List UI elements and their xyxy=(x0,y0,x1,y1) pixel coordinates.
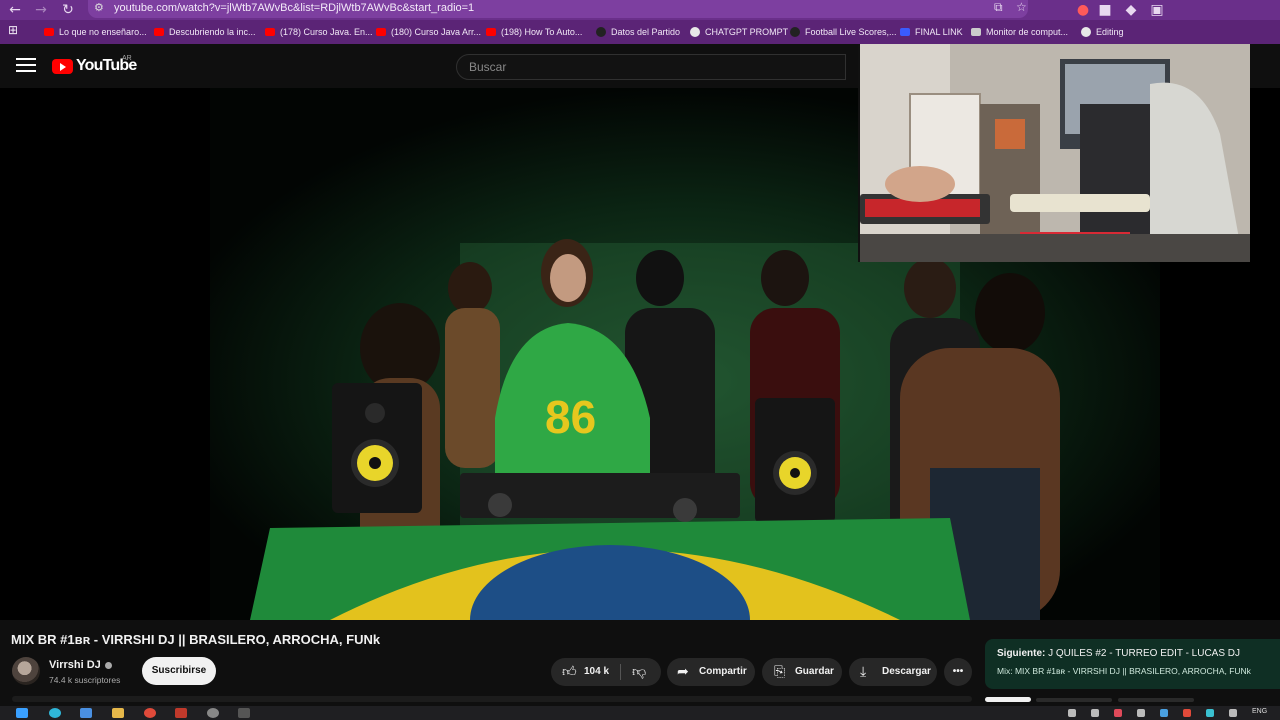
tray-icon[interactable] xyxy=(1114,709,1122,717)
app-icon-2[interactable] xyxy=(207,708,219,718)
dollar-icon xyxy=(900,27,910,36)
channel-avatar[interactable] xyxy=(12,657,40,685)
save-button[interactable]: ⎘ Guardar xyxy=(762,658,842,686)
youtube-icon xyxy=(486,27,496,36)
divider xyxy=(620,664,621,680)
more-actions-button[interactable]: ••• xyxy=(944,658,972,686)
extension-icon-4[interactable]: ▣ xyxy=(1146,0,1168,20)
extension-icon[interactable]: ● xyxy=(1072,0,1094,20)
svg-text:86: 86 xyxy=(545,391,596,443)
bookmark-item[interactable]: CHATGPT PROMPT xyxy=(690,24,788,40)
up-next-prefix: Siguiente: xyxy=(997,648,1046,659)
filter-chip[interactable] xyxy=(1036,698,1112,702)
bookmarks-bar: ⊞ Lo que no enseñaro... Descubriendo la … xyxy=(0,20,1280,44)
tray-icon[interactable] xyxy=(1160,709,1168,717)
up-next-title: J QUILES #2 - TURREO EDIT - LUCAS DJ xyxy=(1048,648,1241,659)
like-count[interactable]: 104 k xyxy=(584,658,609,686)
forward-arrow-icon[interactable]: → xyxy=(30,0,52,20)
country-code: AR xyxy=(122,55,132,62)
bookmark-item[interactable]: Football Live Scores,... xyxy=(790,24,897,40)
thumbs-down-icon[interactable]: 👎︎ xyxy=(632,658,646,686)
os-taskbar: ENG xyxy=(0,706,1280,720)
subscribe-button[interactable]: Suscribirse xyxy=(142,657,216,685)
up-next-card[interactable]: Siguiente: J QUILES #2 - TURREO EDIT - L… xyxy=(985,639,1280,689)
channel-name[interactable]: Virrshi DJ xyxy=(49,659,112,671)
scores-icon xyxy=(790,26,800,37)
youtube-play-icon xyxy=(52,59,73,74)
app-icon[interactable] xyxy=(175,708,187,718)
glasses-icon xyxy=(1081,26,1091,37)
bookmark-item[interactable]: Editing xyxy=(1081,24,1124,40)
download-icon: ⤓ xyxy=(860,664,867,680)
browser-toolbar: ← → ↻ ⚙ youtube.com/watch?v=jlWtb7AWvBc&… xyxy=(0,0,1280,20)
terminal-icon[interactable] xyxy=(238,708,250,718)
bookmark-item[interactable]: (180) Curso Java Arr... xyxy=(376,24,481,40)
chrome-icon[interactable] xyxy=(144,708,156,718)
tray-icon[interactable] xyxy=(1091,709,1099,717)
webcam-overlay xyxy=(858,44,1250,262)
reload-icon[interactable]: ↻ xyxy=(57,0,79,20)
bookmark-star-icon[interactable]: ☆ xyxy=(1016,0,1027,14)
subscriber-count: 74.4 k suscriptores xyxy=(49,675,121,685)
bookmark-item[interactable]: Lo que no enseñaro... xyxy=(44,24,147,40)
bookmark-item[interactable]: FINAL LINK xyxy=(900,24,963,40)
tray-icon[interactable] xyxy=(1183,709,1191,717)
search-input[interactable]: Buscar xyxy=(456,54,846,80)
menu-icon[interactable] xyxy=(16,58,36,74)
bookmark-item[interactable]: (198) How To Auto... xyxy=(486,24,582,40)
share-button[interactable]: ➦ Compartir xyxy=(667,658,755,686)
tray-icon[interactable] xyxy=(1229,709,1237,717)
bookmark-item[interactable]: Descubriendo la inc... xyxy=(154,24,256,40)
folder-icon[interactable] xyxy=(112,708,124,718)
bookmark-item[interactable]: (178) Curso Java. En... xyxy=(265,24,373,40)
youtube-icon xyxy=(154,27,164,36)
openai-icon xyxy=(690,26,700,37)
back-arrow-icon[interactable]: ← xyxy=(4,0,26,20)
extension-icon-3[interactable]: ◆ xyxy=(1120,0,1142,20)
windows-start-icon[interactable] xyxy=(16,708,28,718)
store-icon[interactable] xyxy=(80,708,92,718)
bookmark-item[interactable]: Datos del Partido xyxy=(596,24,680,40)
share-arrow-icon: ➦ xyxy=(677,664,689,680)
like-dislike-group: 👍︎ 104 k 👎︎ xyxy=(551,658,661,686)
youtube-icon xyxy=(44,27,54,36)
tray-icon[interactable] xyxy=(1137,709,1145,717)
extension-icon-2[interactable]: ■ xyxy=(1094,0,1116,20)
bookmark-item[interactable]: Monitor de comput... xyxy=(971,24,1068,40)
apps-grid-icon[interactable]: ⊞ xyxy=(8,22,18,38)
language-indicator[interactable]: ENG xyxy=(1252,708,1267,715)
up-next-line: Siguiente: J QUILES #2 - TURREO EDIT - L… xyxy=(997,648,1240,659)
url-text: youtube.com/watch?v=jlWtb7AWvBc&list=RDj… xyxy=(114,2,475,14)
filter-chip-active[interactable] xyxy=(985,697,1031,702)
address-bar[interactable]: ⚙ youtube.com/watch?v=jlWtb7AWvBc&list=R… xyxy=(88,0,1028,18)
verified-icon xyxy=(104,661,112,669)
globe-icon xyxy=(971,27,981,36)
download-button[interactable]: ⤓ Descargar xyxy=(849,658,937,686)
description-box-edge xyxy=(12,696,972,702)
install-app-icon[interactable]: ⧉ xyxy=(994,0,1003,15)
tray-icon[interactable] xyxy=(1206,709,1214,717)
filter-chip[interactable] xyxy=(1118,698,1194,702)
thumbs-up-icon[interactable]: 👍︎ xyxy=(562,658,577,686)
tray-icon[interactable] xyxy=(1068,709,1076,717)
video-title: MIX BR #1ʙʀ - VIRRSHI DJ || BRASILERO, A… xyxy=(11,632,381,647)
youtube-icon xyxy=(376,27,386,36)
webcam-desk-illustration xyxy=(860,44,1250,262)
youtube-icon xyxy=(265,27,275,36)
edge-browser-icon[interactable] xyxy=(49,708,61,718)
ball-icon xyxy=(596,26,606,37)
site-settings-icon[interactable]: ⚙ xyxy=(94,1,104,14)
up-next-subtitle: Mix: MIX BR #1ʙʀ - VIRRSHI DJ || BRASILE… xyxy=(997,666,1251,676)
bookmark-add-icon: ⎘ xyxy=(774,664,786,680)
